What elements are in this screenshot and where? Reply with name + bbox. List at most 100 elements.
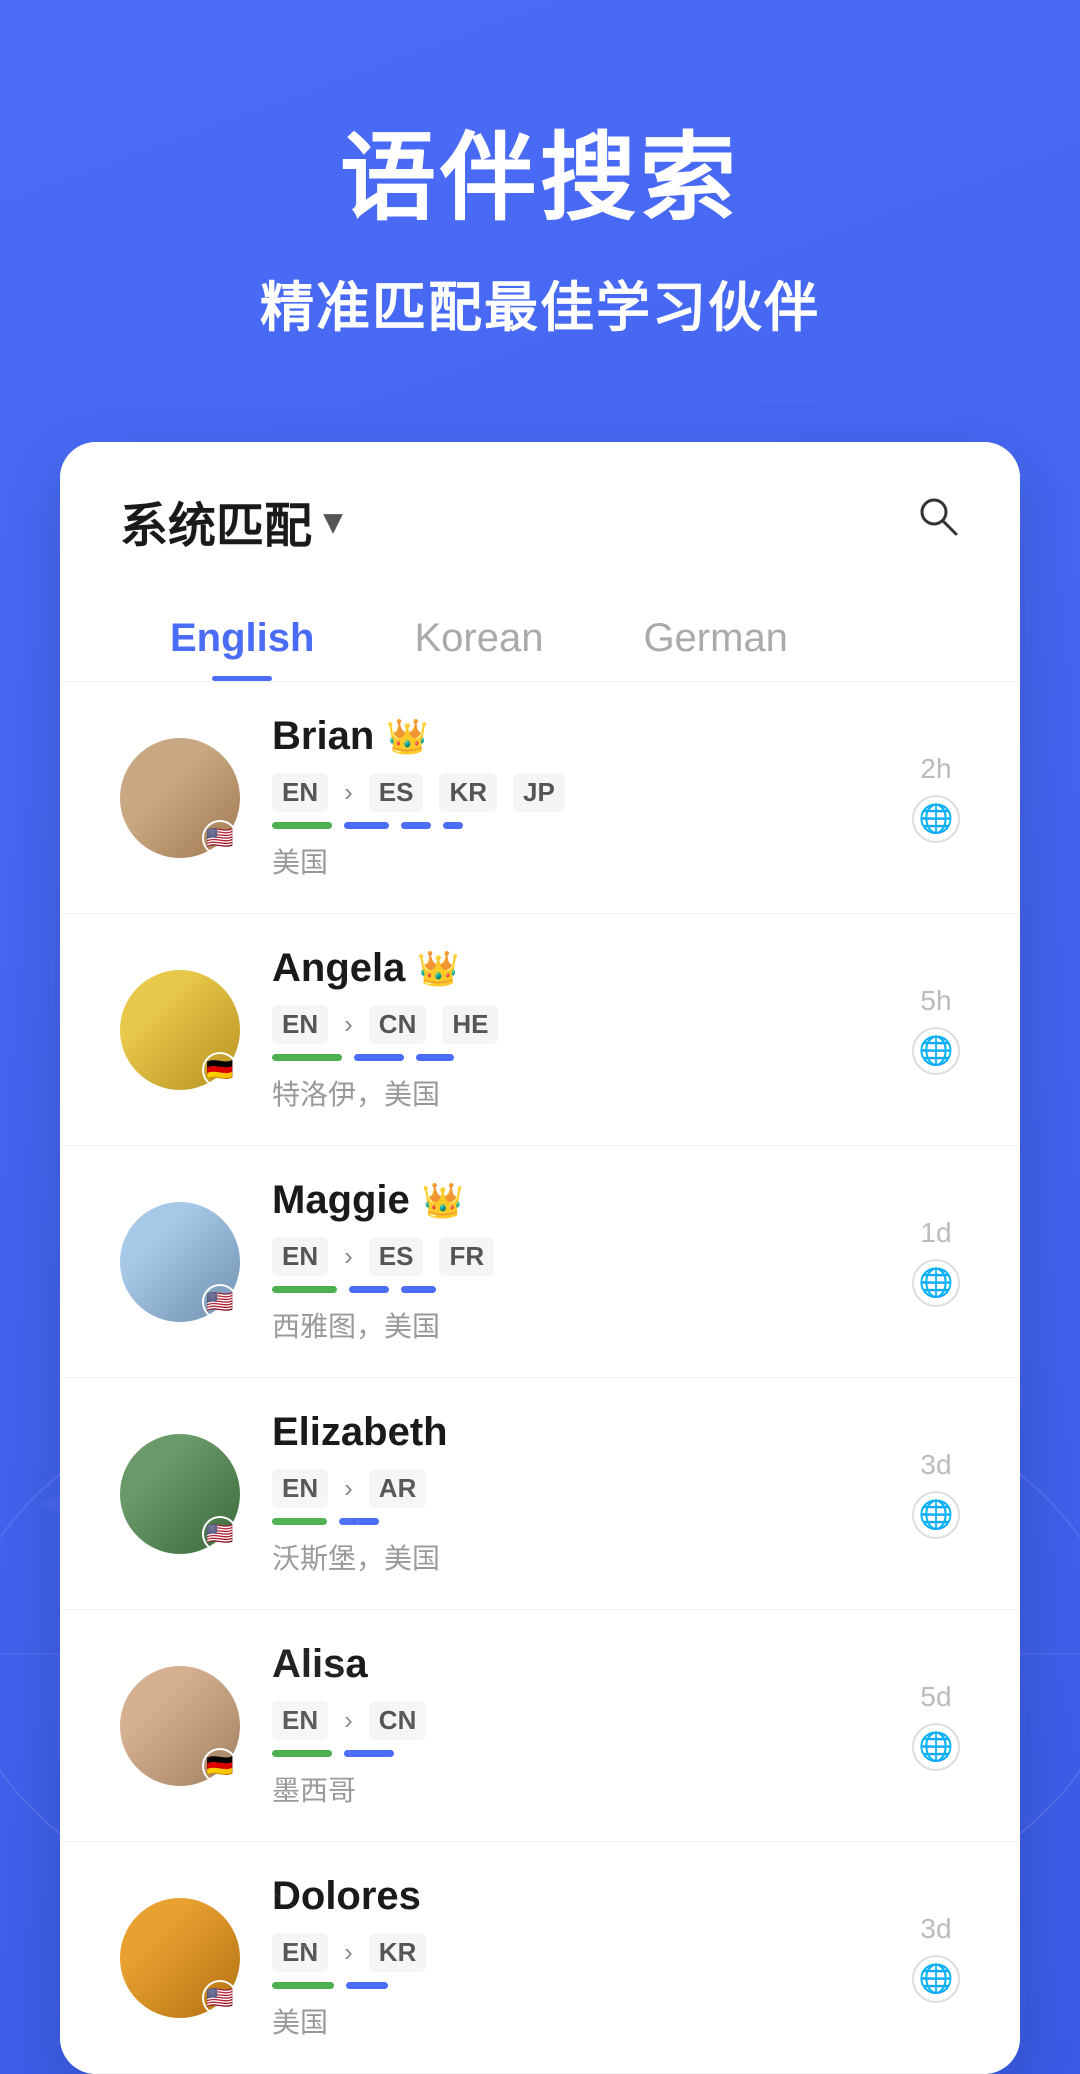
avatar: 🇩🇪 [120, 1666, 240, 1786]
native-lang-tag: EN [272, 1005, 328, 1044]
globe-icon[interactable]: 🌐 [912, 1027, 960, 1075]
last-active-time: 3d [920, 1449, 951, 1481]
progress-bar [349, 1286, 389, 1293]
crown-icon: 👑 [417, 949, 459, 989]
arrow-icon: › [344, 1937, 353, 1968]
avatar: 🇺🇸 [120, 1434, 240, 1554]
learning-lang-tag: JP [513, 773, 565, 812]
progress-bar [272, 1750, 332, 1757]
time-column: 5d 🌐 [912, 1681, 960, 1771]
user-row[interactable]: 🇺🇸ElizabethEN›AR沃斯堡，美国3d🌐 [60, 1378, 1020, 1610]
progress-bar [272, 1982, 334, 1989]
native-lang-tag: EN [272, 1701, 328, 1740]
flag-badge: 🇺🇸 [202, 1980, 238, 2016]
progress-bar [443, 822, 463, 829]
globe-icon[interactable]: 🌐 [912, 1723, 960, 1771]
crown-icon: 👑 [386, 717, 428, 757]
learning-lang-tag: HE [442, 1005, 498, 1044]
learning-lang-tag: CN [369, 1701, 427, 1740]
avatar: 🇩🇪 [120, 970, 240, 1090]
user-location: 沃斯堡，美国 [272, 1537, 880, 1577]
progress-bar [272, 1054, 342, 1061]
arrow-icon: › [344, 1241, 353, 1272]
user-name: Elizabeth [272, 1410, 448, 1455]
progress-bar [354, 1054, 404, 1061]
user-info: DoloresEN›KR美国 [272, 1874, 880, 2041]
globe-icon[interactable]: 🌐 [912, 1955, 960, 2003]
main-title: 语伴搜索 [60, 100, 1020, 239]
card-header: 系统匹配 ▾ [60, 442, 1020, 556]
progress-bar [272, 1518, 327, 1525]
progress-bar [401, 822, 431, 829]
tab-english[interactable]: English [120, 588, 364, 681]
filter-row: 系统匹配 ▾ [120, 486, 960, 556]
last-active-time: 5d [920, 1681, 951, 1713]
dropdown-label-text: 系统匹配 [120, 486, 312, 556]
user-row[interactable]: 🇺🇸 Brian 👑 EN › ES KR JP 美国 2h 🌐 [60, 682, 1020, 914]
arrow-icon: › [344, 1009, 353, 1040]
globe-icon[interactable]: 🌐 [912, 795, 960, 843]
progress-bar [272, 822, 332, 829]
last-active-time: 5h [920, 985, 951, 1017]
arrow-icon: › [344, 1705, 353, 1736]
language-tabs: English Korean German [60, 588, 1020, 682]
user-row[interactable]: 🇩🇪Angela👑EN›CNHE特洛伊，美国5h🌐 [60, 914, 1020, 1146]
last-active-time: 2h [920, 753, 951, 785]
user-name: Brian [272, 714, 374, 759]
dropdown-button[interactable]: 系统匹配 ▾ [120, 486, 342, 556]
progress-bar [344, 1750, 394, 1757]
progress-bar [272, 1286, 337, 1293]
arrow-icon: › [344, 1473, 353, 1504]
time-column: 5h 🌐 [912, 985, 960, 1075]
user-name: Dolores [272, 1874, 421, 1919]
flag-badge: 🇩🇪 [202, 1052, 238, 1088]
progress-bars [272, 1054, 880, 1061]
user-location: 特洛伊，美国 [272, 1073, 880, 1113]
main-card: 系统匹配 ▾ English Korean German 🇺🇸 Brian 👑 EN ›… [60, 442, 1020, 2074]
user-name: Maggie [272, 1178, 410, 1223]
header-section: 语伴搜索 精准匹配最佳学习伙伴 [0, 0, 1080, 402]
user-name: Alisa [272, 1642, 368, 1687]
native-lang-tag: EN [272, 1237, 328, 1276]
tab-german[interactable]: German [593, 588, 838, 681]
user-info: Maggie👑EN›ESFR西雅图，美国 [272, 1178, 880, 1345]
learning-lang-tag: ES [369, 1237, 424, 1276]
search-icon[interactable] [916, 494, 960, 549]
sub-title: 精准匹配最佳学习伙伴 [60, 263, 1020, 342]
learning-lang-tag: CN [369, 1005, 427, 1044]
learning-lang-tag: FR [439, 1237, 494, 1276]
time-column: 1d 🌐 [912, 1217, 960, 1307]
arrow-icon: › [344, 777, 353, 808]
progress-bars [272, 1518, 880, 1525]
progress-bars [272, 822, 880, 829]
progress-bar [401, 1286, 436, 1293]
globe-icon[interactable]: 🌐 [912, 1259, 960, 1307]
native-lang-tag: EN [272, 1469, 328, 1508]
user-row[interactable]: 🇺🇸Maggie👑EN›ESFR西雅图，美国1d🌐 [60, 1146, 1020, 1378]
time-column: 2h 🌐 [912, 753, 960, 843]
avatar: 🇺🇸 [120, 1898, 240, 2018]
flag-badge: 🇺🇸 [202, 1284, 238, 1320]
tab-korean[interactable]: Korean [364, 588, 593, 681]
user-location: 美国 [272, 841, 880, 881]
user-row[interactable]: 🇺🇸DoloresEN›KR美国3d🌐 [60, 1842, 1020, 2074]
avatar: 🇺🇸 [120, 738, 240, 858]
user-info: ElizabethEN›AR沃斯堡，美国 [272, 1410, 880, 1577]
user-list: 🇺🇸Brian👑EN›ESKRJP美国2h🌐🇩🇪Angela👑EN›CNHE特洛… [60, 682, 1020, 2074]
learning-lang-tag: ES [369, 773, 424, 812]
globe-icon[interactable]: 🌐 [912, 1491, 960, 1539]
progress-bars [272, 1750, 880, 1757]
user-location: 美国 [272, 2001, 880, 2041]
native-lang-tag: EN [272, 1933, 328, 1972]
user-info: Brian 👑 EN › ES KR JP 美国 [272, 714, 880, 881]
last-active-time: 1d [920, 1217, 951, 1249]
user-row[interactable]: 🇩🇪 Alisa EN › CN 墨西哥 5d 🌐 [60, 1610, 1020, 1842]
progress-bar [344, 822, 389, 829]
user-location: 墨西哥 [272, 1769, 880, 1809]
user-info: Alisa EN › CN 墨西哥 [272, 1642, 880, 1809]
avatar: 🇺🇸 [120, 1202, 240, 1322]
progress-bars [272, 1286, 880, 1293]
learning-lang-tag: KR [439, 773, 497, 812]
native-lang-tag: EN [272, 773, 328, 812]
time-column: 3d 🌐 [912, 1449, 960, 1539]
